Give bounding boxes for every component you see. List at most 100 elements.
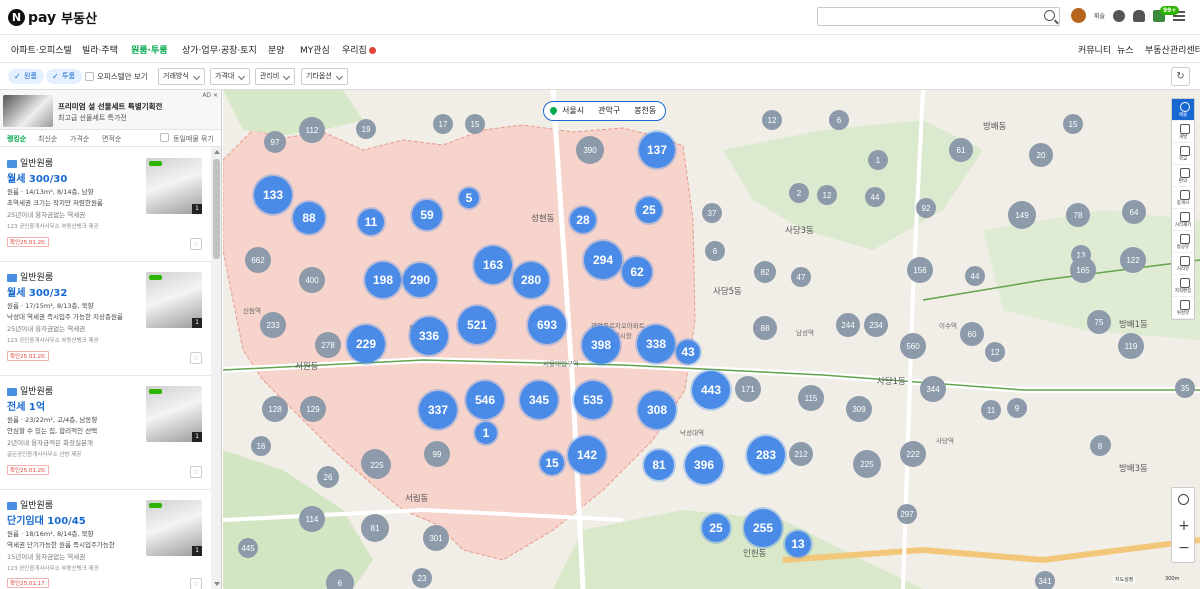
listing-cluster-gray[interactable]: 122 (1120, 247, 1146, 273)
station-label[interactable]: 낙성대역 (680, 427, 704, 437)
group-same-label[interactable]: 동일매물 묶기 (173, 134, 214, 144)
listing-cluster-gray[interactable]: 156 (907, 257, 933, 283)
listing-cluster-gray[interactable]: 445 (238, 538, 258, 558)
listing-cluster-blue[interactable]: 546 (466, 381, 504, 419)
listing-cluster-gray[interactable]: 26 (317, 466, 339, 488)
scroll-thumb[interactable] (213, 159, 220, 259)
listing-cluster-gray[interactable]: 234 (864, 313, 888, 337)
avatar[interactable] (1071, 8, 1086, 23)
listing-cluster-blue[interactable]: 521 (458, 306, 496, 344)
listing-photo[interactable]: 1 (146, 500, 202, 556)
listing-cluster-gray[interactable]: 233 (260, 312, 286, 338)
search-input[interactable] (817, 7, 1060, 26)
tool-agency[interactable]: 중개사 (1172, 187, 1194, 209)
listing-cluster-gray[interactable]: 44 (865, 187, 885, 207)
tab-villa[interactable]: 빌라·주택 (82, 43, 118, 56)
listing-cluster-gray[interactable]: 225 (363, 451, 391, 479)
location-breadcrumb[interactable]: 서울시 관악구 봉천동 (543, 101, 667, 121)
location-gu[interactable]: 관악구 (598, 102, 620, 120)
listing-cluster-blue[interactable]: 294 (584, 241, 622, 279)
chip-oneroom[interactable]: 원룸 (8, 69, 44, 84)
listing-cluster-gray[interactable]: 15 (1063, 114, 1083, 134)
listing-cluster-gray[interactable]: 81 (361, 514, 389, 542)
listing-cluster-blue[interactable]: 15 (540, 451, 564, 475)
listing-cluster-gray[interactable]: 35 (1175, 378, 1195, 398)
listing-cluster-gray[interactable]: 390 (576, 136, 604, 164)
listing-cluster-blue[interactable]: 280 (513, 262, 549, 298)
zoom-out-button[interactable]: − (1172, 540, 1196, 556)
favorite-star-icon[interactable]: ☆ (190, 578, 202, 589)
listing-cluster-blue[interactable]: 396 (685, 446, 723, 484)
listing-cluster-gray[interactable]: 6 (326, 569, 354, 589)
listing-cluster-gray[interactable]: 1 (868, 150, 888, 170)
listing-cluster-gray[interactable]: 11 (981, 400, 1001, 420)
listing-cluster-gray[interactable]: 222 (900, 441, 926, 467)
tool-development[interactable]: 개발 (1172, 121, 1194, 143)
listing-cluster-gray[interactable]: 225 (853, 450, 881, 478)
listing-cluster-blue[interactable]: 28 (570, 207, 596, 233)
listing-cluster-gray[interactable]: 92 (916, 198, 936, 218)
listing-cluster-blue[interactable]: 142 (568, 436, 606, 474)
talk-icon[interactable] (1113, 9, 1126, 22)
listing-cluster-blue[interactable]: 5 (459, 188, 479, 208)
location-city[interactable]: 서울시 (562, 102, 584, 120)
listing-cluster-gray[interactable]: 149 (1008, 201, 1036, 229)
listing-cluster-blue[interactable]: 443 (692, 371, 730, 409)
listing-cluster-gray[interactable]: 560 (900, 333, 926, 359)
station-label[interactable]: 남성역 (796, 327, 814, 337)
listing-photo[interactable]: 1 (146, 272, 202, 328)
listing-cluster-blue[interactable]: 88 (293, 202, 325, 234)
listing-cluster-gray[interactable]: 19 (356, 119, 376, 139)
listing-cluster-gray[interactable]: 61 (949, 138, 973, 162)
tab-my-home[interactable]: 우리집 (342, 43, 376, 56)
listing-item[interactable]: 일반원룸 월세 300/30 원룸 · 14/13m², 8/14층, 남향 초… (0, 148, 211, 262)
listing-cluster-gray[interactable]: 128 (262, 396, 288, 422)
listing-cluster-blue[interactable]: 336 (410, 317, 448, 355)
listing-cluster-blue[interactable]: 337 (419, 391, 457, 429)
scroll-down-icon[interactable] (214, 582, 220, 586)
listing-cluster-gray[interactable]: 82 (754, 261, 776, 283)
listing-cluster-blue[interactable]: 345 (520, 381, 558, 419)
search-icon[interactable] (1044, 10, 1055, 21)
favorite-star-icon[interactable]: ☆ (190, 466, 202, 478)
tool-cadastral[interactable]: 지적편집 (1172, 275, 1194, 297)
group-same-checkbox[interactable] (160, 133, 169, 142)
listing-cluster-gray[interactable]: 662 (245, 247, 271, 273)
listing-cluster-gray[interactable]: 9 (1007, 398, 1027, 418)
listing-cluster-blue[interactable]: 229 (347, 325, 385, 363)
listing-cluster-blue[interactable]: 283 (747, 436, 785, 474)
deal-type-dropdown[interactable]: 거래방식 (158, 68, 205, 85)
listing-item[interactable]: 일반원룸 월세 300/32 원룸 · 17/15m², 8/13층, 북향 낙… (0, 262, 211, 376)
listing-cluster-gray[interactable]: 278 (315, 332, 341, 358)
listing-scrollbar[interactable] (211, 147, 221, 589)
price-dropdown[interactable]: 가격대 (210, 68, 250, 85)
tab-apartment[interactable]: 아파트·오피스텔 (11, 43, 72, 56)
listing-cluster-gray[interactable]: 2 (789, 183, 809, 203)
listing-cluster-gray[interactable]: 44 (965, 266, 985, 286)
my-location-icon[interactable] (1178, 494, 1189, 505)
tool-distance[interactable]: 거리재기 (1172, 209, 1194, 231)
listing-item[interactable]: 일반원룸 전세 1억 원룸 · 23/22m², 고/4층, 남동향 안심할 수… (0, 376, 211, 490)
officetel-only-checkbox[interactable] (85, 72, 94, 81)
tool-streetview[interactable]: 거리뷰 (1172, 253, 1194, 275)
listing-cluster-gray[interactable]: 12 (762, 110, 782, 130)
listing-cluster-gray[interactable]: 75 (1087, 310, 1111, 334)
listing-cluster-gray[interactable]: 341 (1035, 571, 1055, 589)
tab-my-interest[interactable]: MY관심 (300, 43, 330, 56)
listing-cluster-gray[interactable]: 6 (829, 110, 849, 130)
listing-cluster-gray[interactable]: 88 (753, 316, 777, 340)
tab-commercial[interactable]: 상가·업무·공장·토지 (182, 43, 257, 56)
listing-cluster-blue[interactable]: 13 (785, 531, 811, 557)
listing-cluster-gray[interactable]: 15 (465, 114, 485, 134)
favorite-star-icon[interactable]: ☆ (190, 352, 202, 364)
refresh-icon[interactable]: ↻ (1171, 67, 1190, 86)
tool-school[interactable]: 학교 (1172, 143, 1194, 165)
listing-cluster-gray[interactable]: 171 (735, 376, 761, 402)
listing-cluster-blue[interactable]: 308 (638, 391, 676, 429)
tool-satellite[interactable]: 위성뷰 (1172, 297, 1194, 319)
link-management-center[interactable]: 부동산관리센터 (1145, 43, 1200, 56)
listing-cluster-blue[interactable]: 535 (574, 381, 612, 419)
sort-area[interactable]: 면적순 (102, 134, 121, 144)
favorite-star-icon[interactable]: ☆ (190, 238, 202, 250)
listing-cluster-gray[interactable]: 12 (985, 342, 1005, 362)
